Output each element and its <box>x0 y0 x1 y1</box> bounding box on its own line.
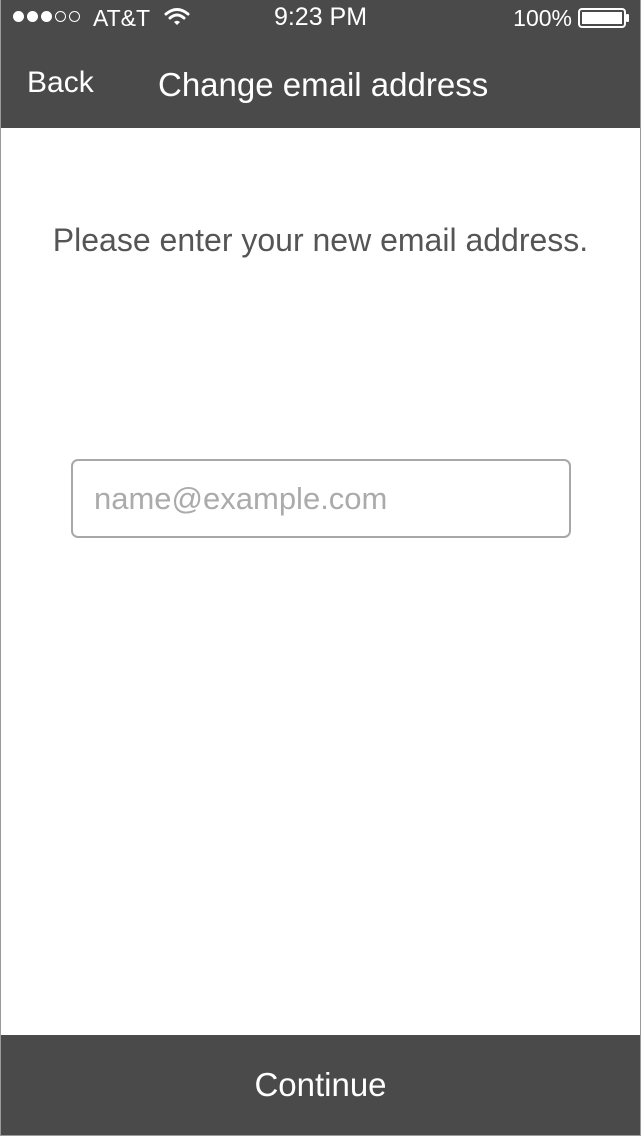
status-bar: AT&T 9:23 PM 100% <box>1 0 640 36</box>
back-button[interactable]: Back <box>27 66 94 100</box>
battery-icon <box>578 8 629 28</box>
battery-percent: 100% <box>513 5 572 31</box>
continue-label: Continue <box>254 1066 387 1103</box>
navigation-bar: Back Change email address <box>1 36 640 128</box>
change-email-screen: AT&T 9:23 PM 100% Back Change email addr… <box>0 0 641 1136</box>
page-title: Change email address <box>158 66 489 103</box>
continue-button[interactable]: Continue <box>1 1035 640 1135</box>
instruction-text: Please enter your new email address. <box>52 222 589 258</box>
top-bar: AT&T 9:23 PM 100% Back Change email addr… <box>1 0 640 128</box>
email-input[interactable] <box>71 459 571 538</box>
